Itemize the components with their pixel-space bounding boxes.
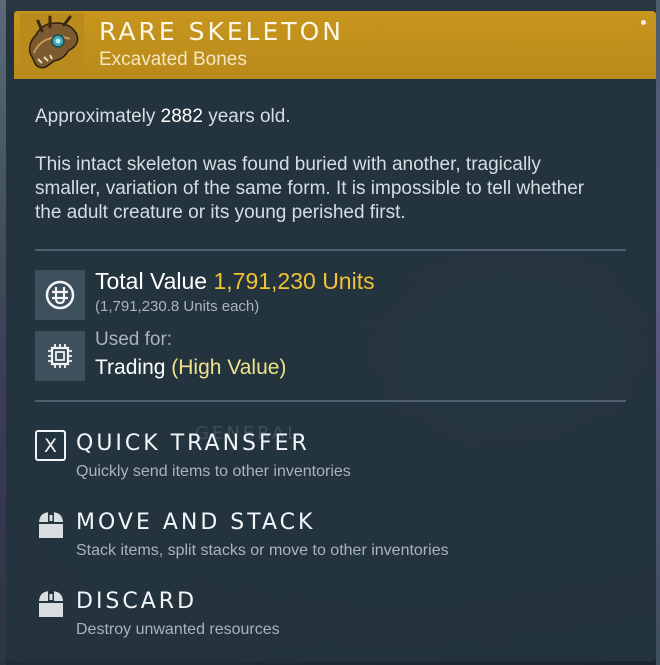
move-and-stack-title: MOVE AND STACK: [76, 510, 316, 535]
item-title: RARE SKELETON: [99, 17, 345, 46]
unit-value-each: (1,791,230.8 Units each): [95, 298, 260, 315]
divider-bottom: [35, 400, 626, 402]
quick-transfer-title: QUICK TRANSFER: [76, 431, 310, 456]
age-prefix: Approximately: [35, 106, 161, 127]
x-key-label: X: [35, 430, 66, 461]
item-age: Approximately 2882 years old.: [35, 105, 610, 129]
used-for-trading: Trading: [95, 356, 172, 379]
move-and-stack-action[interactable]: MOVE AND STACK Stack items, split stacks…: [35, 509, 625, 569]
mouse-button-icon: [39, 591, 63, 617]
divider-top: [35, 249, 626, 251]
x-key-icon: X: [35, 430, 67, 462]
item-category: Excavated Bones: [99, 49, 247, 70]
item-tooltip-panel: GENERAL RARE SKELETON Excavated Bones Ap…: [6, 11, 656, 661]
age-value: 2882: [160, 106, 203, 127]
header-indicator-dot: [641, 20, 646, 25]
chip-icon: [35, 331, 85, 381]
discard-action[interactable]: DISCARD Destroy unwanted resources: [35, 588, 625, 648]
dinosaur-skull-icon: [20, 13, 84, 77]
quick-transfer-description: Quickly send items to other inventories: [76, 463, 351, 480]
right-edge: [656, 0, 660, 665]
total-value-amount: 1,791,230 Units: [213, 268, 375, 294]
move-and-stack-description: Stack items, split stacks or move to oth…: [76, 542, 449, 559]
used-for-value: Trading (High Value): [95, 356, 286, 380]
used-for-qualifier: (High Value): [171, 356, 287, 379]
total-value: Total Value 1,791,230 Units: [95, 268, 375, 295]
item-description: This intact skeleton was found buried wi…: [35, 154, 585, 223]
total-value-label: Total Value: [95, 268, 214, 294]
units-currency-icon: [35, 270, 85, 320]
quick-transfer-action[interactable]: X QUICK TRANSFER Quickly send items to o…: [35, 430, 625, 490]
discard-description: Destroy unwanted resources: [76, 621, 280, 638]
item-header: RARE SKELETON Excavated Bones: [14, 11, 656, 79]
age-suffix: years old.: [202, 106, 291, 127]
mouse-button-icon: [39, 512, 63, 538]
used-for-label: Used for:: [95, 329, 173, 350]
discard-title: DISCARD: [76, 589, 198, 614]
